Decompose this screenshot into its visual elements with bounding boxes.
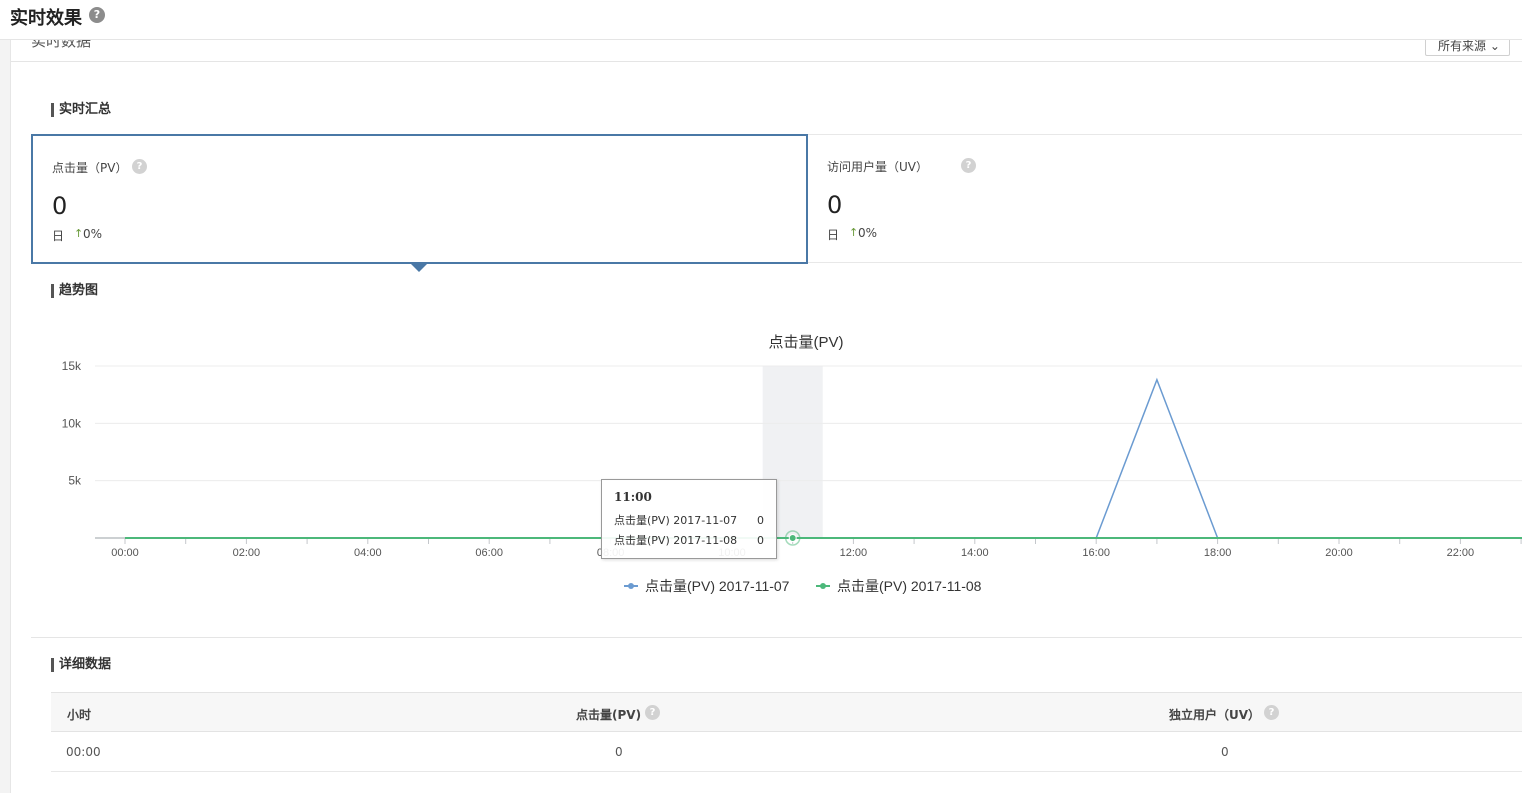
tooltip-row-value: 0	[757, 534, 764, 547]
pv-value: 0	[52, 192, 68, 220]
subheader-title: 实时数据	[31, 40, 92, 50]
chevron-down-icon: ⌄	[1489, 40, 1500, 53]
realtime-effect-page: 实时效果 ? 实时数据 所有来源 ⌄ 实时汇总 点击量（PV） ? 0 日 ↑ …	[0, 0, 1522, 793]
cell-uv: 0	[1221, 745, 1229, 759]
summary-heading: 实时汇总	[51, 103, 111, 117]
question-circle-icon[interactable]: ?	[961, 158, 976, 173]
x-tick-label: 02:00	[233, 547, 261, 559]
tooltip-row-label: 点击量(PV) 2017-11-08	[614, 534, 738, 547]
x-tick-label: 06:00	[475, 547, 503, 559]
question-circle-icon[interactable]: ?	[1264, 705, 1279, 720]
uv-label: 访问用户量（UV）	[827, 160, 928, 174]
tooltip-row-label: 点击量(PV) 2017-11-07	[614, 514, 738, 527]
uv-card[interactable]: 访问用户量（UV） ? 0 日 ↑ 0%	[808, 135, 1522, 264]
section-divider	[31, 637, 1522, 638]
cell-pv: 0	[615, 745, 623, 759]
cell-hour: 00:00	[66, 745, 101, 759]
question-circle-icon[interactable]: ?	[645, 705, 660, 720]
summary-cards: 点击量（PV） ? 0 日 ↑ 0% 访问用户量（UV） ? 0 日 ↑ 0%	[31, 134, 1522, 264]
uv-period: 日	[827, 228, 840, 242]
table-header: 小时 点击量(PV) ? 独立用户（UV） ?	[51, 692, 1522, 732]
table-row: 00:00 0 0	[51, 732, 1522, 772]
x-tick-label: 22:00	[1447, 547, 1475, 559]
uv-value: 0	[827, 191, 843, 219]
x-tick-label: 16:00	[1082, 547, 1110, 559]
tooltip-row: 点击量(PV) 2017-11-08 0	[614, 531, 764, 551]
x-tick-label: 00:00	[111, 547, 139, 559]
column-header-hour: 小时	[67, 708, 92, 722]
question-circle-icon[interactable]: ?	[132, 159, 147, 174]
legend-label: 点击量(PV) 2017-11-08	[837, 578, 982, 594]
legend-label: 点击量(PV) 2017-11-07	[645, 578, 790, 594]
trend-heading: 趋势图	[51, 284, 98, 298]
chart-tooltip: 11:00 点击量(PV) 2017-11-07 0 点击量(PV) 2017-…	[601, 479, 777, 559]
legend-swatch-dot	[820, 583, 826, 589]
question-circle-icon[interactable]: ?	[89, 7, 105, 23]
chart-title: 点击量(PV)	[768, 334, 843, 351]
legend-swatch-dot	[628, 583, 634, 589]
uv-change: 0%	[858, 226, 878, 240]
source-select-value: 所有来源	[1438, 40, 1487, 53]
x-tick-label: 14:00	[961, 547, 989, 559]
x-tick-label: 18:00	[1204, 547, 1232, 559]
y-tick-label: 10k	[62, 416, 82, 430]
column-header-pv: 点击量(PV)	[576, 708, 642, 722]
tooltip-row-value: 0	[757, 514, 764, 527]
realtime-data-subheader: 实时数据 所有来源 ⌄	[11, 40, 1522, 62]
column-header-uv: 独立用户（UV）	[1169, 708, 1261, 722]
details-heading: 详细数据	[51, 658, 111, 672]
series-line	[125, 377, 1522, 539]
y-tick-label: 5k	[68, 474, 82, 488]
trend-chart-area: 点击量(PV)5k10k15k00:0002:0004:0006:0008:00…	[0, 320, 1522, 610]
pv-card[interactable]: 点击量（PV） ? 0 日 ↑ 0%	[31, 134, 808, 264]
pv-period: 日	[52, 229, 65, 243]
arrow-up-icon: ↑	[74, 227, 84, 240]
top-bar: 实时效果 ?	[0, 0, 1522, 40]
pv-change: 0%	[83, 227, 103, 241]
highlight-point	[788, 534, 797, 542]
pv-label: 点击量（PV）	[52, 161, 128, 175]
tooltip-time: 11:00	[614, 490, 652, 504]
source-select[interactable]: 所有来源 ⌄	[1425, 40, 1510, 56]
x-tick-label: 20:00	[1325, 547, 1353, 559]
page-title: 实时效果	[10, 8, 82, 29]
tooltip-row: 点击量(PV) 2017-11-07 0	[614, 511, 764, 531]
x-tick-label: 12:00	[840, 547, 868, 559]
active-card-pointer	[410, 263, 428, 272]
details-table: 小时 点击量(PV) ? 独立用户（UV） ? 00:00 0 0	[51, 692, 1522, 772]
x-tick-label: 04:00	[354, 547, 382, 559]
y-tick-label: 15k	[62, 359, 82, 373]
trend-chart: 点击量(PV)5k10k15k00:0002:0004:0006:0008:00…	[62, 334, 1522, 594]
arrow-up-icon: ↑	[849, 226, 859, 239]
